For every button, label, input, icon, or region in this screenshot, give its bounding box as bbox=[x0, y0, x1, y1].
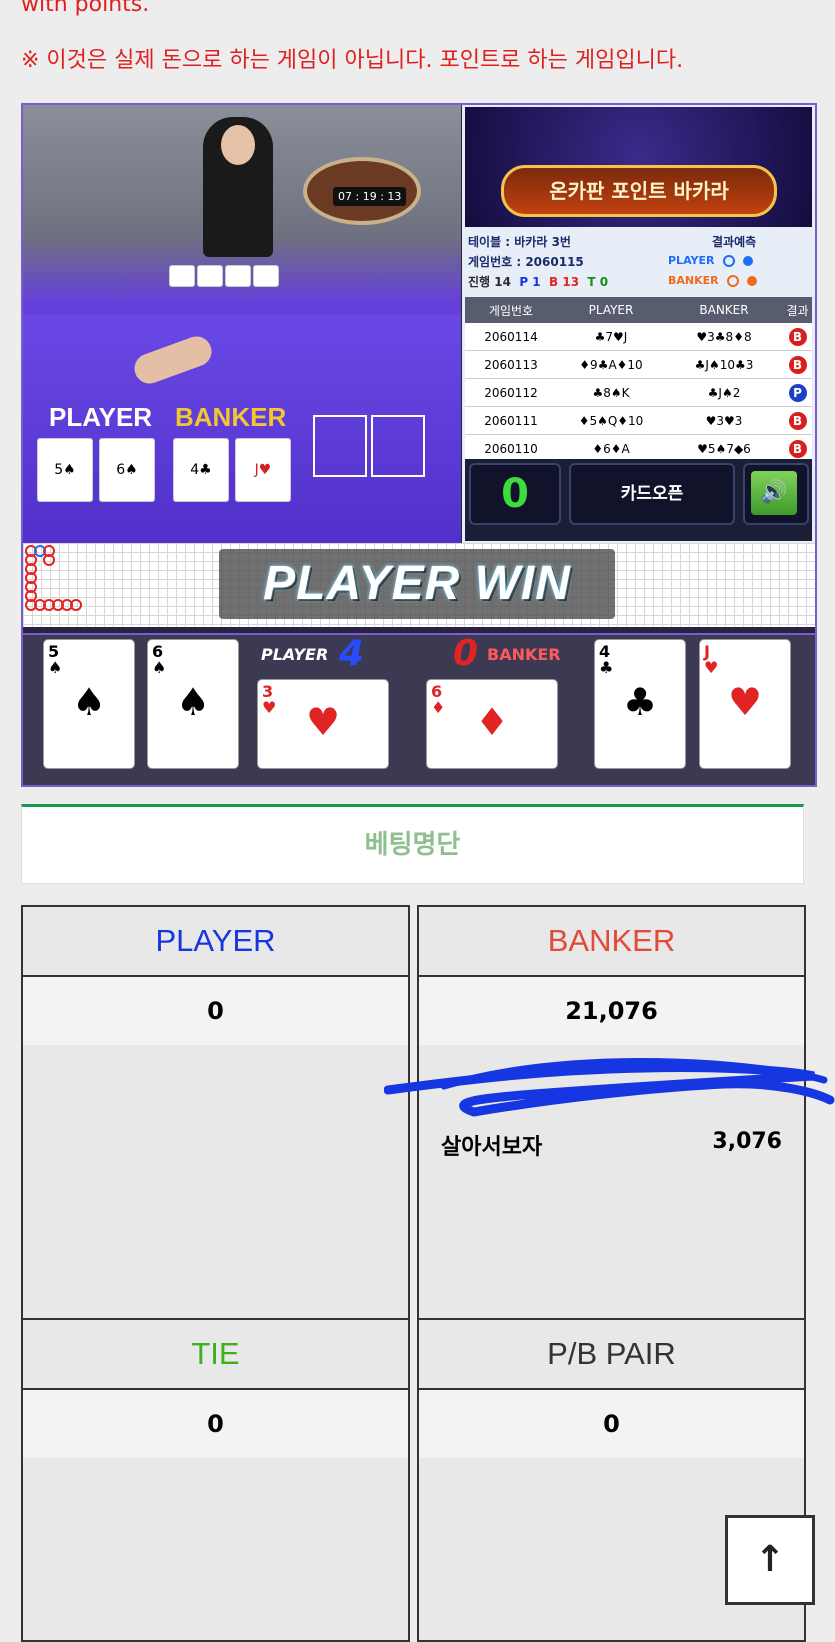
bet-pair-total: 0 bbox=[419, 1390, 804, 1458]
scribble-redaction bbox=[384, 1058, 835, 1117]
video-clock: 07 : 19 : 13 bbox=[333, 187, 407, 206]
betting-list-title: 베팅명단 bbox=[364, 830, 461, 860]
game-number: 게임번호 : 2060115 bbox=[468, 255, 584, 269]
bet-player-label: PLAYER bbox=[23, 907, 408, 977]
predict-label: 결과예측 bbox=[712, 235, 757, 249]
control-bar: 0 카드오픈 🔊 bbox=[465, 459, 812, 541]
live-video: 07 : 19 : 13 PLAYER BANKER 5♠ 6♠ 4♣ J♥ bbox=[23, 105, 461, 543]
sound-button[interactable]: 🔊 bbox=[743, 463, 809, 525]
player-card-1: 5 ♠ ♠ bbox=[43, 639, 135, 769]
player-ring-icon bbox=[722, 254, 735, 267]
result-strip: PLAYER 4 0 BANKER 5 ♠ ♠ 6 ♠ ♠ 3 ♥ ♥ 6 ♦ ♦ 4 ♣ ♣ J ♥ ♥ bbox=[23, 633, 815, 785]
history-header: 게임번호 PLAYER BANKER 결과 bbox=[465, 297, 812, 323]
result-badge: B bbox=[788, 411, 807, 430]
banker-ring-icon bbox=[726, 274, 739, 287]
bet-pair-label: P/B PAIR bbox=[419, 1320, 804, 1390]
result-badge: B bbox=[788, 327, 807, 346]
notice-korean: ※ 이것은 실제 돈으로 하는 게임이 아닙니다. 포인트로 하는 게임입니다. bbox=[21, 48, 684, 73]
result-player-label: PLAYER bbox=[261, 645, 329, 664]
game-banner: 온카판 포인트 바카라 bbox=[465, 107, 812, 227]
countdown-timer: 0 bbox=[469, 463, 561, 525]
result-banker-score: 0 bbox=[453, 633, 479, 674]
scroll-top-button[interactable]: ↑ bbox=[725, 1515, 815, 1605]
banker-card-3: 6 ♦ ♦ bbox=[426, 679, 558, 769]
banker-card-2: J ♥ ♥ bbox=[699, 639, 791, 769]
banker-card-1: 4 ♣ ♣ bbox=[594, 639, 686, 769]
result-player-score: 4 bbox=[339, 633, 365, 674]
history-row: 2060113 ♦9♣A♦10 ♣J♠10♣3 B bbox=[465, 351, 812, 379]
player-dot-icon bbox=[742, 255, 753, 266]
player-card-2: 6 ♠ ♠ bbox=[147, 639, 239, 769]
speaker-icon: 🔊 bbox=[751, 471, 797, 515]
banker-dot-icon bbox=[747, 275, 757, 286]
table-name: 테이블 : 바카라 3번 bbox=[468, 235, 571, 249]
result-banker-label: BANKER bbox=[487, 645, 561, 664]
history-table: 게임번호 PLAYER BANKER 결과 2060114 ♣7♥J ♥3♣8♦8 B… bbox=[465, 297, 812, 463]
video-banker-label: BANKER bbox=[175, 402, 287, 432]
bet-tie-total: 0 bbox=[23, 1390, 408, 1458]
predict-player[interactable]: PLAYER bbox=[668, 253, 753, 267]
history-row: 2060111 ♦5♠Q♦10 ♥3♥3 B bbox=[465, 407, 812, 435]
result-badge: B bbox=[788, 439, 807, 458]
bet-entry: 살아서보자 3,076 bbox=[441, 1129, 782, 1161]
bettor-name: 살아서보자 bbox=[441, 1135, 543, 1160]
bet-column-tie: TIE 0 bbox=[21, 1318, 410, 1642]
bet-tie-label: TIE bbox=[23, 1320, 408, 1390]
progress-stats: 진행 14 P 1 B 13 T 0 bbox=[468, 275, 609, 289]
bet-banker-label: BANKER bbox=[419, 907, 804, 977]
banner-title: 온카판 포인트 바카라 bbox=[501, 165, 777, 217]
baccarat-game-frame: 07 : 19 : 13 PLAYER BANKER 5♠ 6♠ 4♣ J♥ 온… bbox=[21, 103, 817, 787]
arrow-up-icon: ↑ bbox=[754, 1539, 786, 1580]
betting-list-header: 베팅명단 bbox=[21, 804, 804, 884]
bet-banker-total: 21,076 bbox=[419, 977, 804, 1045]
history-row: 2060114 ♣7♥J ♥3♣8♦8 B bbox=[465, 323, 812, 351]
notice-english: with points. bbox=[21, 0, 150, 17]
card-open-button[interactable]: 카드오픈 bbox=[569, 463, 735, 525]
bet-column-player: PLAYER 0 bbox=[21, 905, 410, 1320]
dealer bbox=[203, 117, 273, 257]
history-row: 2060112 ♣8♠K ♣J♠2 P bbox=[465, 379, 812, 407]
bet-amount: 3,076 bbox=[712, 1129, 782, 1154]
video-player-label: PLAYER bbox=[49, 402, 153, 432]
player-card-3: 3 ♥ ♥ bbox=[257, 679, 389, 769]
bet-player-total: 0 bbox=[23, 977, 408, 1045]
result-badge: B bbox=[788, 355, 807, 374]
win-banner: PLAYER WIN bbox=[219, 549, 615, 619]
predict-banker[interactable]: BANKER bbox=[668, 273, 757, 287]
result-badge: P bbox=[788, 383, 807, 402]
game-info-panel: 온카판 포인트 바카라 테이블 : 바카라 3번 게임번호 : 2060115 … bbox=[462, 105, 815, 543]
